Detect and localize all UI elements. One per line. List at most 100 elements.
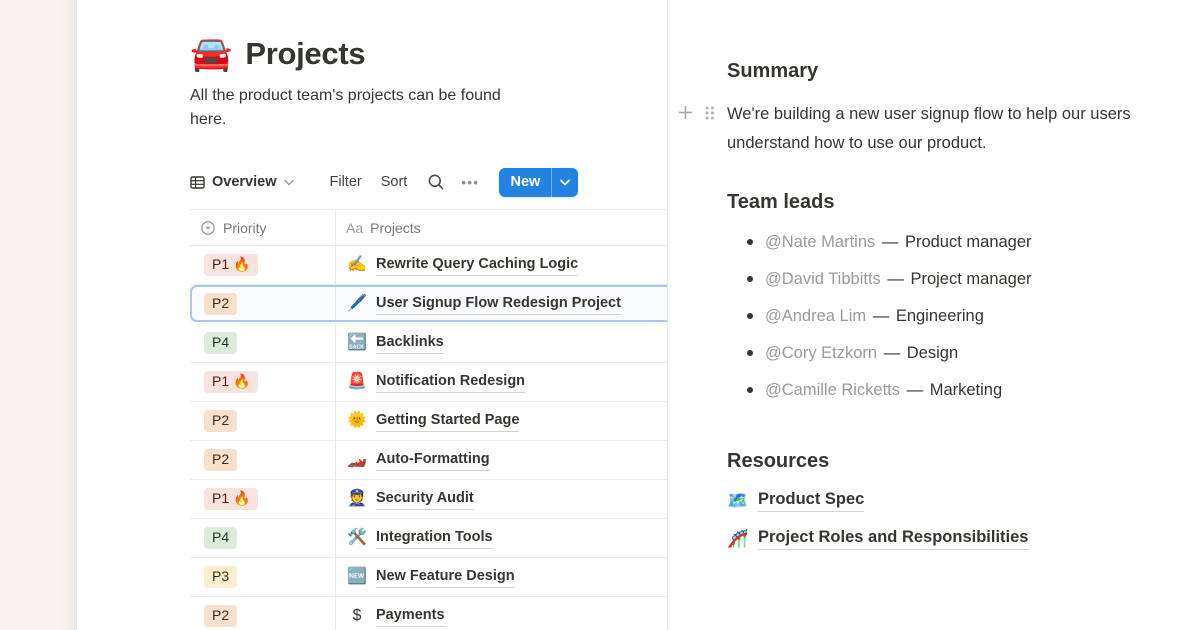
resource-title[interactable]: Project Roles and Responsibilities [758,526,1029,550]
project-icon: ✍️ [347,257,367,273]
project-title-link[interactable]: Notification Redesign [376,371,525,393]
table-row[interactable]: P4 🔙Backlinks [190,324,667,363]
more-options-icon[interactable]: ••• [461,175,479,190]
table-row[interactable]: P2 $ Payments [190,597,667,630]
filter-button[interactable]: Filter [330,174,362,190]
priority-badge: P1 🔥 [204,371,258,393]
team-lead-item: @Andrea Lim — Engineering [727,304,1200,328]
table-row[interactable]: P1 🔥 ✍️ Rewrite Query Caching Logic [190,246,667,285]
workspace-sidebar-sliver[interactable] [0,0,77,630]
person-role: Engineering [896,307,984,325]
table-body: P1 🔥 ✍️ Rewrite Query Caching Logic P2 🖊️ Use… [190,246,667,630]
person-mention[interactable]: @David Tibbitts [765,270,881,288]
project-cell[interactable]: 🛠️Integration Tools [336,519,667,557]
project-cell[interactable]: 🖊️ User Signup Flow Redesign Project [336,285,667,323]
table-row[interactable]: P1 🔥 🚨 Notification Redesign [190,363,667,402]
project-icon: 🖊️ [347,296,367,312]
search-icon[interactable] [427,173,445,191]
sort-button[interactable]: Sort [381,174,408,190]
summary-text[interactable]: We're building a new user signup flow to… [727,100,1200,158]
view-name: Overview [212,174,277,190]
project-title-link[interactable]: Security Audit [376,488,474,510]
project-cell[interactable]: 👮 Security Audit [336,480,667,518]
block-controls [677,104,715,121]
project-title-link[interactable]: Auto-Formatting [376,449,490,471]
resource-page-link[interactable]: 🗺️Product Spec [727,488,1200,512]
view-switcher[interactable]: Overview [190,174,294,190]
projects-database-panel: 🚘 Projects All the product team's projec… [77,0,667,630]
priority-cell[interactable]: P1 🔥 [190,363,336,401]
resource-title[interactable]: Product Spec [758,488,864,512]
new-button-label[interactable]: New [499,168,551,197]
summary-heading: Summary [727,58,1200,84]
team-lead-item: @Camille Ricketts — Marketing [727,378,1200,402]
project-title-link[interactable]: Backlinks [376,332,444,354]
priority-badge: P4 [204,527,237,549]
em-dash: — [902,381,928,399]
table-row[interactable]: P4 🛠️Integration Tools [190,519,667,558]
project-cell[interactable]: 🌞 Getting Started Page [336,402,667,440]
project-title-link[interactable]: Integration Tools [376,527,493,549]
resource-page-link[interactable]: 🎢 Project Roles and Responsibilities [727,526,1200,550]
project-icon: 🏎️ [347,452,367,468]
person-role: Design [907,344,958,362]
person-mention[interactable]: @Nate Martins [765,233,875,251]
select-property-icon [200,220,216,236]
em-dash: — [868,307,894,325]
projects-column-header[interactable]: Aa Projects [336,210,667,245]
table-row[interactable]: P1 🔥 👮 Security Audit [190,480,667,519]
resources-list: 🗺️Product Spec 🎢 Project Roles and Respons… [727,488,1200,550]
project-cell[interactable]: 🚨 Notification Redesign [336,363,667,401]
person-mention[interactable]: @Andrea Lim [765,307,866,325]
table-row[interactable]: P2 🖊️ User Signup Flow Redesign Project [190,285,667,324]
project-title-link[interactable]: New Feature Design [376,566,515,588]
priority-cell[interactable]: P1 🔥 [190,480,336,518]
table-view-icon [190,175,205,190]
project-cell[interactable]: $ Payments [336,597,667,630]
priority-badge: P2 [204,605,237,627]
priority-cell[interactable]: P1 🔥 [190,246,336,284]
new-button-dropdown[interactable] [551,168,578,197]
table-header-row: Priority Aa Projects [190,209,667,246]
person-mention[interactable]: @Camille Ricketts [765,381,900,399]
person-mention[interactable]: @Cory Etzkorn [765,344,877,362]
priority-cell[interactable]: P4 [190,519,336,557]
project-cell[interactable]: 🏎️ Auto-Formatting [336,441,667,479]
priority-cell[interactable]: P3 [190,558,336,596]
projects-table: Priority Aa Projects P1 🔥 ✍️ Rewrite Query… [190,209,667,630]
table-row[interactable]: P3 🆕 New Feature Design [190,558,667,597]
priority-cell[interactable]: P4 [190,324,336,362]
summary-paragraph-block: We're building a new user signup flow to… [727,100,1200,158]
priority-cell[interactable]: P2 [190,402,336,440]
priority-column-header[interactable]: Priority [190,210,336,245]
resources-heading: Resources [727,448,1200,474]
project-title-link[interactable]: Getting Started Page [376,410,519,432]
project-title-link[interactable]: User Signup Flow Redesign Project [376,293,621,315]
team-leads-list: @Nate Martins — Product manager @David Ti… [727,230,1200,402]
project-icon: 🚨 [347,374,367,390]
page-icon-car[interactable]: 🚘 [190,37,232,71]
drag-handle-icon[interactable] [704,105,715,121]
page-peek-panel: Summary We're building a new user signup… [667,0,1200,630]
priority-cell[interactable]: P2 [190,597,336,630]
resource-icon: 🎢 [727,530,749,547]
project-icon: $ [347,608,367,624]
project-cell[interactable]: 🔙Backlinks [336,324,667,362]
project-icon: 🆕 [347,569,367,585]
project-title-link[interactable]: Payments [376,605,445,627]
new-button[interactable]: New [499,168,578,197]
table-row[interactable]: P2 🌞 Getting Started Page [190,402,667,441]
project-title-link[interactable]: Rewrite Query Caching Logic [376,254,578,276]
table-row[interactable]: P2 🏎️ Auto-Formatting [190,441,667,480]
person-role: Product manager [905,233,1032,251]
project-cell[interactable]: ✍️ Rewrite Query Caching Logic [336,246,667,284]
project-icon: 🌞 [347,413,367,429]
priority-badge: P2 [204,449,237,471]
priority-cell[interactable]: P2 [190,285,336,323]
priority-cell[interactable]: P2 [190,441,336,479]
add-block-icon[interactable] [677,104,694,121]
priority-badge: P4 [204,332,237,354]
project-cell[interactable]: 🆕 New Feature Design [336,558,667,596]
page-title: Projects [245,36,365,72]
project-icon: 👮 [347,491,367,507]
